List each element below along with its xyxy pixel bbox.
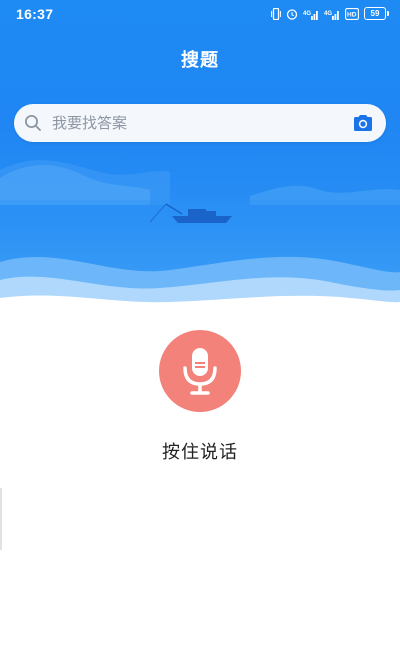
camera-icon[interactable] bbox=[352, 113, 374, 133]
status-icons: 4G 4G HD 59 bbox=[271, 7, 389, 20]
search-input[interactable]: 我要找答案 bbox=[52, 114, 127, 132]
page-title: 搜题 bbox=[181, 50, 219, 71]
microphone-icon bbox=[183, 348, 217, 395]
svg-text:4G: 4G bbox=[303, 11, 311, 17]
screen: 16:37 4G 4G HD 59 搜题 我要找答案 按住说话 bbox=[0, 0, 400, 660]
vibrate-icon bbox=[271, 7, 281, 20]
status-bar: 16:37 4G 4G HD 59 bbox=[0, 0, 400, 28]
svg-text:HD: HD bbox=[347, 11, 357, 18]
status-time: 16:37 bbox=[16, 6, 54, 22]
hero-banner: 16:37 4G 4G HD 59 搜题 我要找答案 bbox=[0, 0, 400, 315]
search-bar[interactable]: 我要找答案 bbox=[14, 104, 386, 142]
signal-icon: 4G bbox=[303, 10, 318, 20]
search-icon bbox=[25, 115, 41, 131]
battery-icon: 59 bbox=[364, 7, 389, 20]
alarm-icon bbox=[286, 8, 298, 20]
svg-text:4G: 4G bbox=[324, 11, 332, 17]
hd-icon: HD bbox=[345, 7, 359, 20]
signal-icon-2: 4G bbox=[324, 10, 339, 20]
voice-record-button[interactable] bbox=[159, 330, 241, 412]
edge-divider bbox=[0, 488, 2, 550]
hold-to-speak-label: 按住说话 bbox=[162, 442, 238, 463]
